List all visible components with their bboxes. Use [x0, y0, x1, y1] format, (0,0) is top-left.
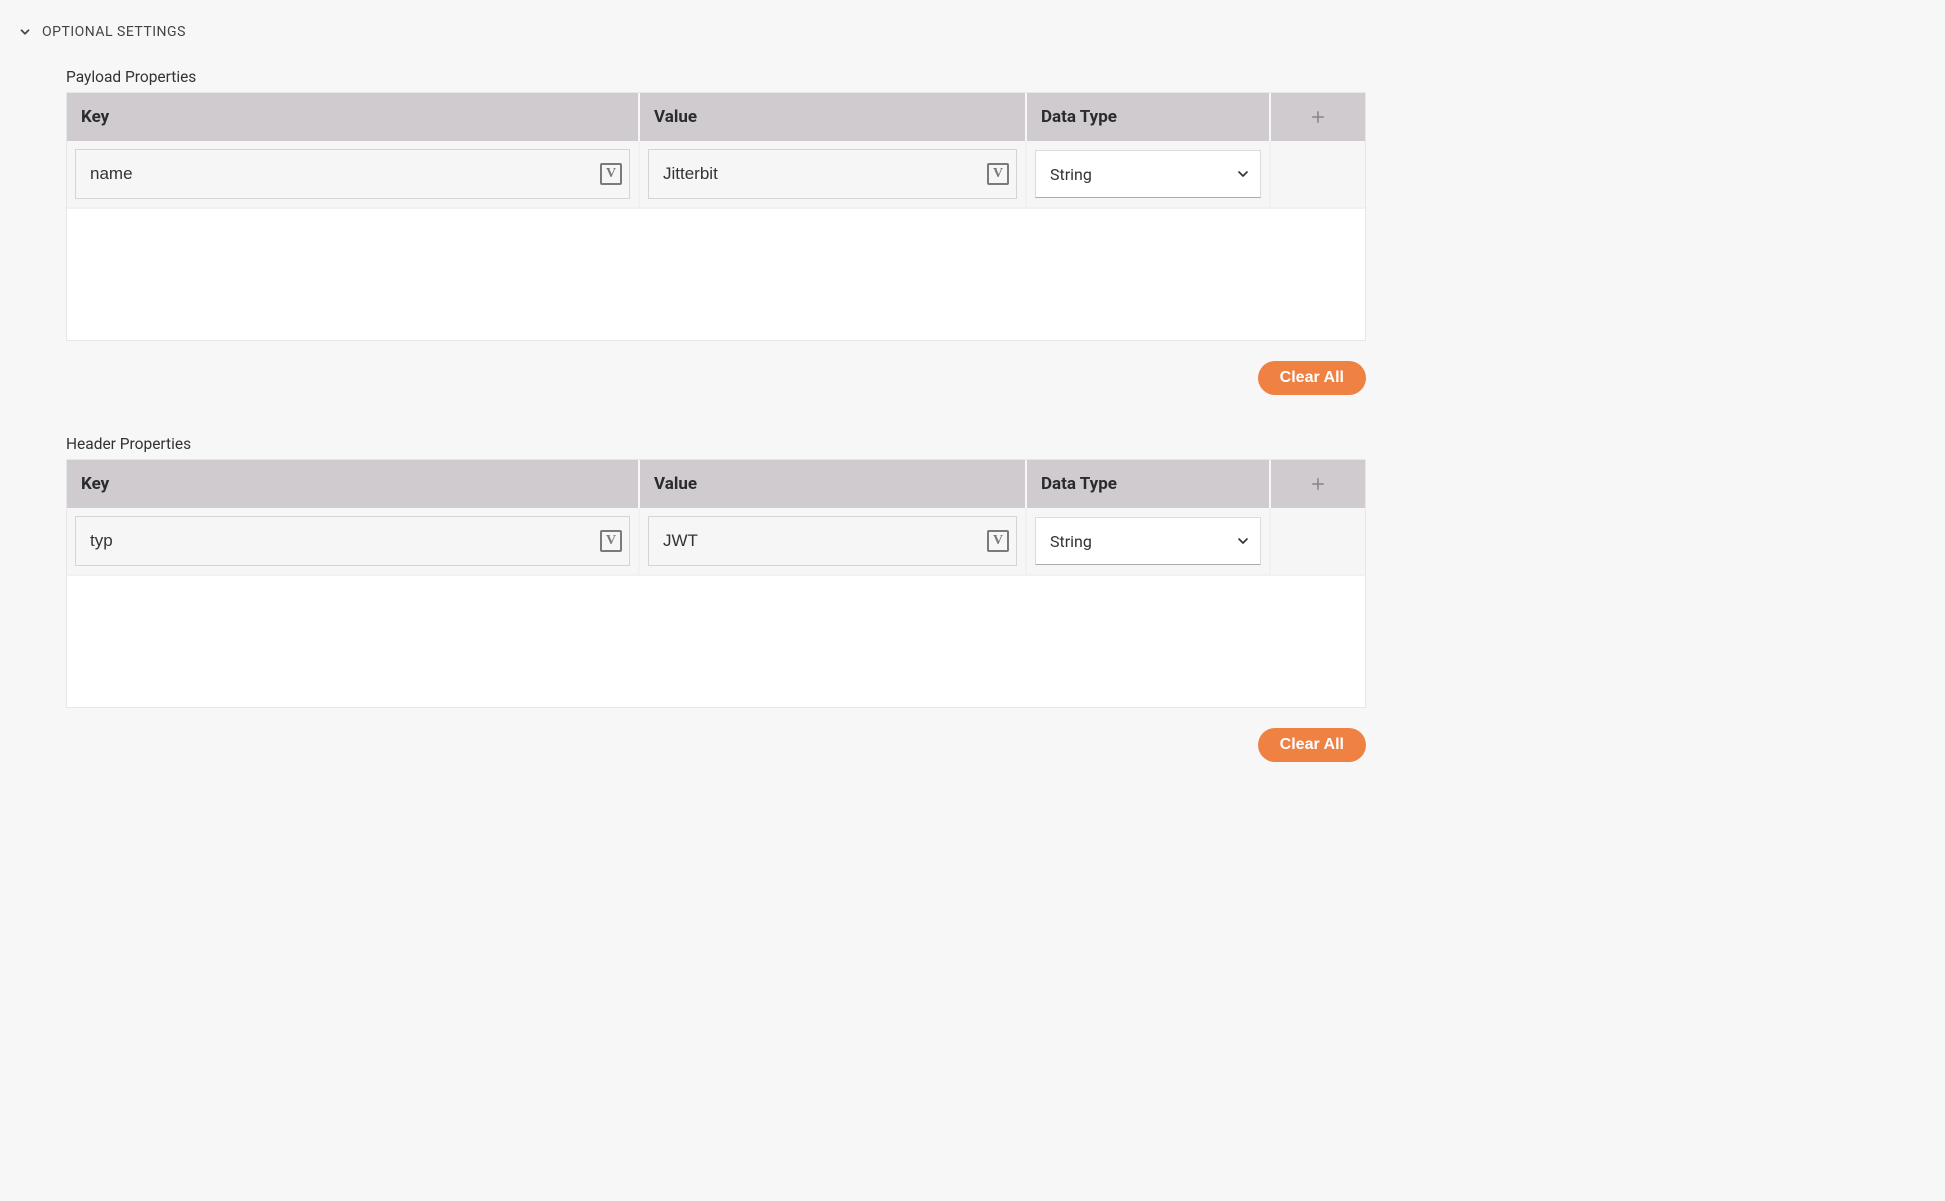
clear-all-button[interactable]: Clear All	[1258, 728, 1366, 762]
key-input[interactable]	[75, 149, 630, 199]
section-title: OPTIONAL SETTINGS	[42, 24, 186, 40]
payload-table-body: V V String	[67, 141, 1365, 209]
header-properties-block: Header Properties Key Value Data Type V	[66, 435, 1366, 762]
column-header-datatype: Data Type	[1027, 460, 1271, 508]
value-input[interactable]	[648, 149, 1017, 199]
cell-datatype: String	[1027, 508, 1271, 574]
plus-icon	[1309, 475, 1327, 493]
column-header-datatype: Data Type	[1027, 93, 1271, 141]
table-row: V V String	[67, 141, 1365, 209]
payload-properties-table: Key Value Data Type V	[66, 92, 1366, 209]
add-row-button[interactable]	[1271, 460, 1365, 508]
header-properties-label: Header Properties	[66, 435, 1366, 453]
payload-properties-block: Payload Properties Key Value Data Type V	[66, 68, 1366, 395]
header-table-spacer	[66, 576, 1366, 708]
cell-datatype: String	[1027, 141, 1271, 207]
datatype-select[interactable]: String	[1035, 150, 1261, 198]
chevron-down-icon	[18, 25, 32, 39]
column-header-value: Value	[640, 460, 1027, 508]
variable-picker-icon[interactable]: V	[600, 530, 622, 552]
key-input[interactable]	[75, 516, 630, 566]
cell-value: V	[640, 508, 1027, 574]
variable-picker-icon[interactable]: V	[987, 530, 1009, 552]
payload-properties-label: Payload Properties	[66, 68, 1366, 86]
header-table-header: Key Value Data Type	[67, 460, 1365, 508]
variable-picker-icon[interactable]: V	[987, 163, 1009, 185]
cell-actions	[1271, 141, 1365, 207]
plus-icon	[1309, 108, 1327, 126]
table-row: V V String	[67, 508, 1365, 576]
datatype-select[interactable]: String	[1035, 517, 1261, 565]
column-header-value: Value	[640, 93, 1027, 141]
payload-table-header: Key Value Data Type	[67, 93, 1365, 141]
cell-key: V	[67, 508, 640, 574]
add-row-button[interactable]	[1271, 93, 1365, 141]
value-input[interactable]	[648, 516, 1017, 566]
cell-value: V	[640, 141, 1027, 207]
column-header-key: Key	[67, 460, 640, 508]
cell-actions	[1271, 508, 1365, 574]
header-properties-table: Key Value Data Type V	[66, 459, 1366, 576]
cell-key: V	[67, 141, 640, 207]
clear-all-button[interactable]: Clear All	[1258, 361, 1366, 395]
payload-table-spacer	[66, 209, 1366, 341]
variable-picker-icon[interactable]: V	[600, 163, 622, 185]
section-collapse-header[interactable]: OPTIONAL SETTINGS	[18, 24, 1372, 40]
column-header-key: Key	[67, 93, 640, 141]
header-table-body: V V String	[67, 508, 1365, 576]
